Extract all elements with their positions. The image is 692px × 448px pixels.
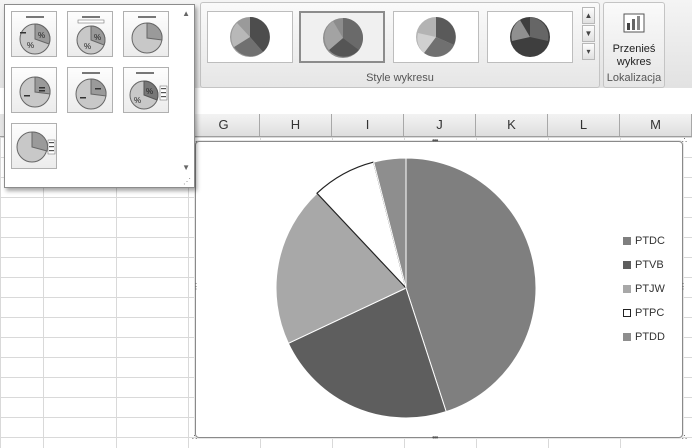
pie-style-icon — [230, 17, 270, 57]
legend-label: PTDC — [635, 235, 665, 247]
resize-handle-bottom-right[interactable]: ∴ — [682, 434, 687, 442]
chart-layout-dropdown: % % % % % % ▲ ▼ ⋰ — [4, 4, 195, 188]
legend-label: PTVB — [635, 259, 664, 271]
chart-style-option-4[interactable] — [487, 11, 573, 63]
resize-handle-right[interactable]: ⋮ — [679, 283, 687, 291]
move-chart-label-line1: Przenieś — [612, 43, 656, 55]
chart-area[interactable]: ••• ••• ⋮ ⋮ ∴ ∴ ∴ ∴ PTDCPTVBPTJWPTPCPTDD — [192, 137, 687, 442]
legend-label: PTJW — [635, 283, 665, 295]
location-group-label: Lokalizacja — [606, 72, 662, 84]
chart-layout-option-5[interactable] — [67, 67, 113, 113]
pie-layout-icon — [131, 16, 163, 54]
chart-layout-option-1[interactable]: % % — [11, 11, 57, 57]
pie-layout-icon — [19, 76, 51, 108]
pie-style-icon — [323, 18, 363, 58]
resize-handle-top-right[interactable]: ∴ — [682, 137, 687, 145]
svg-text:%: % — [84, 42, 91, 51]
legend-label: PTDD — [635, 331, 665, 343]
legend-swatch — [623, 261, 631, 269]
column-header-k[interactable]: K — [476, 114, 548, 136]
resize-handle-bottom-left[interactable]: ∴ — [192, 434, 197, 442]
resize-handle-left[interactable]: ⋮ — [192, 283, 200, 291]
pie-layout-icon — [16, 131, 56, 163]
column-header-h[interactable]: H — [260, 114, 332, 136]
styles-scroll-up-button[interactable]: ▲ — [582, 7, 595, 24]
chart-style-option-3[interactable] — [393, 11, 479, 63]
pie-style-icon — [510, 17, 550, 57]
chart-style-option-2[interactable] — [299, 11, 385, 63]
pie-style-icon — [416, 17, 456, 57]
chart-style-option-1[interactable] — [207, 11, 293, 63]
pie-layout-icon: % % — [19, 16, 51, 55]
chart-layout-option-3[interactable] — [123, 11, 169, 57]
dropdown-scroll-up-button[interactable]: ▲ — [182, 9, 190, 18]
chart-layout-option-2[interactable]: % % — [67, 11, 113, 57]
chart-layout-option-7[interactable] — [11, 123, 57, 169]
move-chart-icon — [623, 13, 645, 33]
legend-swatch — [623, 309, 631, 317]
legend-label: PTPC — [635, 307, 665, 319]
column-header-l[interactable]: L — [548, 114, 620, 136]
dropdown-scroll-down-button[interactable]: ▼ — [182, 163, 190, 172]
chart-layout-option-4[interactable] — [11, 67, 57, 113]
styles-scroll-down-button[interactable]: ▼ — [582, 25, 595, 42]
location-group: Przenieś wykres Lokalizacja — [603, 2, 665, 88]
svg-text:%: % — [38, 31, 45, 40]
legend-swatch — [623, 333, 631, 341]
chart-styles-group-label: Style wykresu — [366, 72, 434, 84]
chart-layout-option-6[interactable]: % % — [123, 67, 169, 113]
styles-more-button[interactable]: ▾ — [582, 43, 595, 60]
resize-handle-bottom[interactable]: ••• — [432, 434, 438, 442]
pie-layout-icon: % % — [129, 72, 168, 110]
move-chart-button[interactable]: Przenieś wykres — [607, 7, 661, 69]
pie-layout-icon — [75, 72, 107, 110]
pie-chart[interactable] — [256, 150, 556, 430]
column-header-i[interactable]: I — [332, 114, 404, 136]
column-header-m[interactable]: M — [620, 114, 692, 136]
svg-text:%: % — [94, 33, 101, 42]
pie-layout-icon: % % — [76, 16, 106, 55]
column-header-j[interactable]: J — [404, 114, 476, 136]
chart-styles-group: ▲ ▼ ▾ Style wykresu — [200, 2, 600, 88]
resize-handle-top[interactable]: ••• — [432, 137, 438, 145]
svg-text:%: % — [27, 41, 34, 50]
column-header-g[interactable]: G — [188, 114, 260, 136]
move-chart-label: Przenieś wykres — [607, 43, 661, 69]
svg-text:%: % — [146, 87, 153, 96]
move-chart-label-line2: wykres — [616, 56, 652, 68]
svg-text:%: % — [134, 96, 141, 105]
dropdown-resize-grip[interactable]: ⋰ — [183, 177, 191, 186]
legend-swatch — [623, 237, 631, 245]
legend-swatch — [623, 285, 631, 293]
